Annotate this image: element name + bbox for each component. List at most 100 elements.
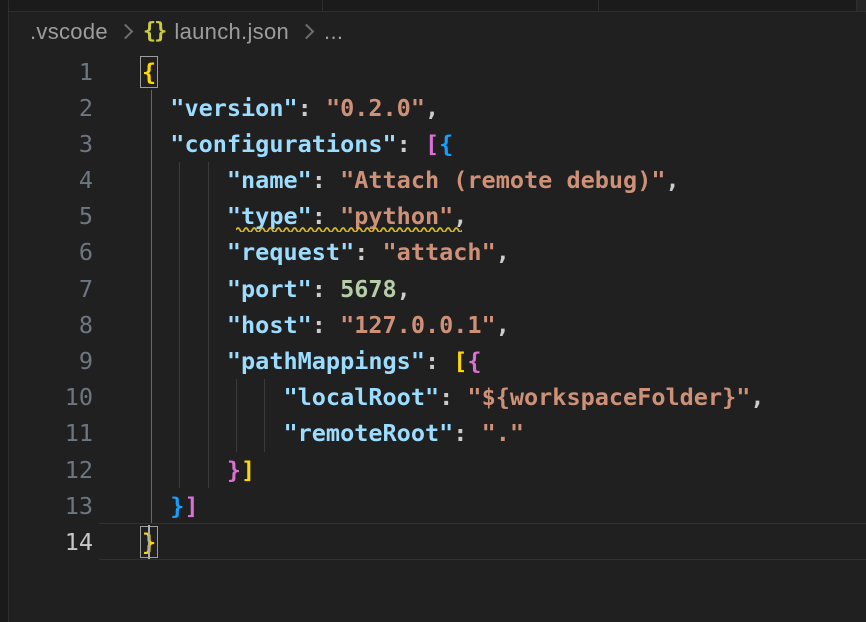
- token-key: "remoteRoot": [283, 419, 453, 447]
- code-line-4[interactable]: 4 "name": "Attach (remote debug)",: [9, 162, 866, 198]
- token-ws: [142, 275, 227, 303]
- token-pun: :: [354, 238, 382, 266]
- editor-tab-strip: [9, 0, 866, 12]
- token-str: "127.0.0.1": [340, 311, 496, 339]
- code-line-2[interactable]: 2 "version": "0.2.0",: [9, 90, 866, 126]
- token-str: "${workspaceFolder}": [467, 383, 750, 411]
- token-key: "type": [227, 202, 312, 230]
- token-ws: [142, 94, 170, 122]
- code-line-11[interactable]: 11 "remoteRoot": ".": [9, 415, 866, 451]
- code-line-1[interactable]: 1{: [9, 54, 866, 90]
- line-number-1[interactable]: 1: [9, 54, 93, 90]
- code-line-14[interactable]: 14}: [9, 524, 866, 560]
- current-line-highlight: [99, 523, 866, 560]
- line-number-8[interactable]: 8: [9, 307, 93, 343]
- tab-separator: [598, 0, 599, 11]
- token-str: "Attach (remote debug)": [340, 166, 665, 194]
- editor-left-gutter-strip: [0, 0, 9, 622]
- token-pun: :: [312, 166, 340, 194]
- token-key: "name": [227, 166, 312, 194]
- token-str: "python": [340, 202, 453, 230]
- breadcrumb-folder[interactable]: .vscode: [30, 19, 108, 45]
- line-number-9[interactable]: 9: [9, 343, 93, 379]
- token-b3: }: [170, 492, 184, 520]
- token-pun: ,: [453, 202, 467, 230]
- token-b2: }: [227, 456, 241, 484]
- code-text: "name": "Attach (remote debug)",: [142, 166, 680, 194]
- token-b2: ]: [184, 492, 198, 520]
- token-ws: [142, 311, 227, 339]
- token-str: ".": [482, 419, 524, 447]
- code-line-3[interactable]: 3 "configurations": [{: [9, 126, 866, 162]
- line-number-14[interactable]: 14: [9, 524, 93, 560]
- text-cursor: [148, 525, 151, 559]
- line-number-4[interactable]: 4: [9, 162, 93, 198]
- line-number-3[interactable]: 3: [9, 126, 93, 162]
- code-line-9[interactable]: 9 "pathMappings": [{: [9, 343, 866, 379]
- breadcrumb-symbol-placeholder[interactable]: ...: [324, 19, 343, 45]
- matched-bracket: {: [142, 58, 156, 86]
- code-text: {: [142, 58, 156, 86]
- code-editor[interactable]: 1{2 "version": "0.2.0",3 "configurations…: [9, 50, 866, 622]
- token-ws: [142, 166, 227, 194]
- token-pun: :: [312, 275, 340, 303]
- token-key: "port": [227, 275, 312, 303]
- code-line-7[interactable]: 7 "port": 5678,: [9, 271, 866, 307]
- token-ws: [142, 202, 227, 230]
- token-pun: :: [425, 347, 453, 375]
- line-number-11[interactable]: 11: [9, 415, 93, 451]
- code-text: "remoteRoot": ".": [142, 419, 524, 447]
- token-pun: ,: [425, 94, 439, 122]
- token-num: 5678: [340, 275, 397, 303]
- token-ws: [142, 238, 227, 266]
- tab-strip-end: [856, 0, 866, 11]
- code-line-8[interactable]: 8 "host": "127.0.0.1",: [9, 307, 866, 343]
- token-str: "0.2.0": [326, 94, 425, 122]
- line-number-6[interactable]: 6: [9, 234, 93, 270]
- token-key: "pathMappings": [227, 347, 425, 375]
- code-text: }]: [142, 492, 199, 520]
- token-pun: :: [298, 94, 326, 122]
- code-line-12[interactable]: 12 }]: [9, 452, 866, 488]
- chevron-right-icon: [118, 24, 134, 40]
- token-pun: ,: [496, 238, 510, 266]
- code-text: "version": "0.2.0",: [142, 94, 439, 122]
- token-ws: [142, 347, 227, 375]
- line-number-5[interactable]: 5: [9, 198, 93, 234]
- breadcrumb-file[interactable]: launch.json: [174, 19, 289, 45]
- token-key: "localRoot": [283, 383, 439, 411]
- line-number-13[interactable]: 13: [9, 488, 93, 524]
- token-ws: [142, 419, 283, 447]
- code-line-13[interactable]: 13 }]: [9, 488, 866, 524]
- token-pun: ,: [397, 275, 411, 303]
- token-ws: [142, 492, 170, 520]
- token-key: "configurations": [170, 130, 396, 158]
- token-pun: ,: [496, 311, 510, 339]
- token-key: "request": [227, 238, 354, 266]
- token-key: "version": [170, 94, 297, 122]
- token-key: "host": [227, 311, 312, 339]
- token-b2: {: [467, 347, 481, 375]
- token-pun: :: [312, 202, 340, 230]
- token-pun: :: [439, 383, 467, 411]
- code-text: "localRoot": "${workspaceFolder}",: [142, 383, 765, 411]
- token-pun: ,: [666, 166, 680, 194]
- breadcrumb: .vscode {} launch.json ...: [9, 13, 866, 50]
- line-number-7[interactable]: 7: [9, 271, 93, 307]
- line-number-2[interactable]: 2: [9, 90, 93, 126]
- token-ws: [142, 383, 283, 411]
- line-number-12[interactable]: 12: [9, 452, 93, 488]
- code-text: "request": "attach",: [142, 238, 510, 266]
- token-pun: :: [453, 419, 481, 447]
- code-text: "port": 5678,: [142, 275, 411, 303]
- chevron-right-icon: [299, 24, 315, 40]
- code-line-6[interactable]: 6 "request": "attach",: [9, 234, 866, 270]
- code-text: "host": "127.0.0.1",: [142, 311, 510, 339]
- code-line-5[interactable]: 5 "type": "python",: [9, 198, 866, 234]
- code-line-10[interactable]: 10 "localRoot": "${workspaceFolder}",: [9, 379, 866, 415]
- token-b1: ]: [241, 456, 255, 484]
- line-number-10[interactable]: 10: [9, 379, 93, 415]
- code-text: "type": "python",: [142, 202, 467, 230]
- tab-separator: [322, 0, 323, 11]
- code-text: }]: [142, 456, 255, 484]
